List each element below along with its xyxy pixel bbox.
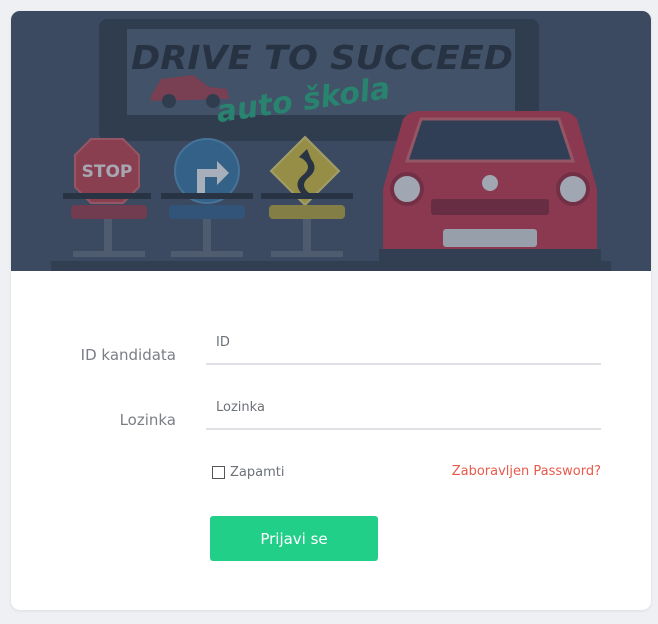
password-field-wrapper [206,386,601,430]
banner-illustration: DRIVE TO SUCCEED auto škola STOP [11,11,651,271]
banner-image: DRIVE TO SUCCEED auto škola STOP [11,11,651,271]
password-input[interactable] [206,386,601,428]
id-input[interactable] [206,321,601,363]
id-field-wrapper [206,321,601,365]
id-label: ID kandidata [80,346,176,364]
remember-checkbox[interactable] [212,466,225,479]
remember-label: Zapamti [230,465,285,480]
login-button[interactable]: Prijavi se [210,516,378,561]
forgot-password-link[interactable]: Zaboravljen Password? [452,464,601,479]
password-label: Lozinka [119,411,176,429]
login-form: ID kandidata Lozinka Zapamti Zaboravljen… [11,271,651,610]
remember-me[interactable]: Zapamti [212,465,284,480]
login-card: DRIVE TO SUCCEED auto škola STOP ID kand… [11,11,651,610]
